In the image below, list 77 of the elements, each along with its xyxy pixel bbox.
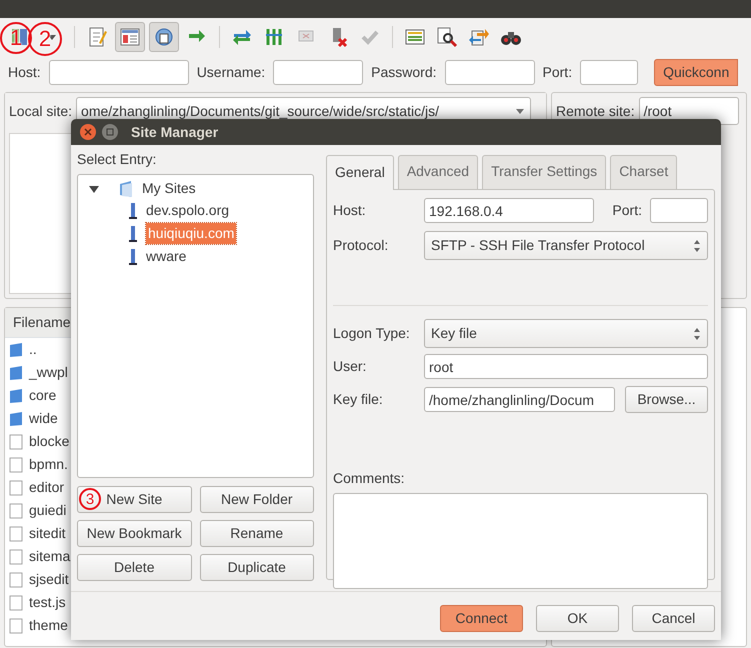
file-icon bbox=[9, 456, 23, 472]
maximize-icon[interactable] bbox=[101, 123, 119, 141]
file-name: sitema bbox=[29, 547, 70, 566]
folder-icon bbox=[9, 364, 23, 380]
file-icon bbox=[9, 548, 23, 564]
tree-item[interactable]: wware bbox=[146, 246, 186, 267]
browse-button[interactable]: Browse... bbox=[625, 386, 708, 413]
file-name: blocke bbox=[29, 432, 70, 451]
field-label: User: bbox=[333, 357, 368, 376]
field-label: Comments: bbox=[333, 469, 405, 488]
local-site-label: Local site: bbox=[9, 102, 72, 120]
tab[interactable]: Advanced bbox=[398, 155, 478, 189]
file-icon bbox=[9, 594, 23, 610]
file-name: test.js bbox=[29, 593, 66, 612]
text-field[interactable] bbox=[580, 60, 638, 84]
dialog-button[interactable]: OK bbox=[536, 605, 619, 632]
field-label: Host: bbox=[333, 201, 367, 220]
tree-item[interactable]: My Sites bbox=[142, 178, 196, 199]
tab[interactable]: Charset bbox=[610, 155, 678, 189]
remote-site-label: Remote site: bbox=[556, 102, 635, 120]
field-label: Host: bbox=[8, 62, 41, 82]
folder-icon bbox=[9, 388, 23, 404]
connect-button[interactable]: Connect bbox=[440, 605, 523, 632]
quickconnect-button[interactable]: Quickconn bbox=[654, 58, 738, 86]
file-name: guiedi bbox=[29, 501, 66, 520]
file-icon bbox=[9, 480, 23, 496]
spinner-icon bbox=[693, 326, 701, 340]
field-label: Key file: bbox=[333, 390, 384, 409]
annotation-number: 3 bbox=[79, 488, 101, 510]
tree-item[interactable]: dev.spolo.org bbox=[146, 200, 230, 221]
close-icon[interactable] bbox=[79, 123, 97, 141]
field-label: Protocol: bbox=[333, 236, 390, 255]
field-label: Port: bbox=[612, 201, 642, 220]
file-icon bbox=[9, 526, 23, 542]
folder-icon bbox=[9, 410, 23, 426]
text-field[interactable] bbox=[444, 60, 535, 84]
folder-icon bbox=[118, 180, 134, 198]
file-icon bbox=[9, 502, 23, 518]
select-entry-label: Select Entry: bbox=[77, 150, 158, 169]
field-label: Password: bbox=[371, 62, 437, 82]
dialog-title: Site Manager bbox=[131, 122, 218, 142]
tab[interactable]: Transfer Settings bbox=[482, 155, 606, 189]
field-label: Logon Type: bbox=[333, 324, 411, 343]
file-name: .. bbox=[29, 340, 37, 359]
port-field[interactable] bbox=[650, 198, 708, 223]
folder-icon bbox=[9, 342, 23, 358]
search-icon[interactable] bbox=[435, 25, 459, 49]
protocol-select[interactable]: SFTP - SSH File Transfer Protocol bbox=[424, 231, 708, 260]
field-label: Port: bbox=[542, 62, 572, 82]
user-field[interactable]: root bbox=[424, 354, 708, 379]
file-name: wide bbox=[29, 409, 58, 428]
file-name: theme bbox=[29, 616, 68, 635]
action-button[interactable]: Rename bbox=[200, 520, 314, 547]
action-button[interactable]: Duplicate bbox=[200, 554, 314, 581]
logon-type-select[interactable]: Key file bbox=[424, 319, 708, 348]
text-field[interactable] bbox=[48, 60, 189, 84]
file-name: sjsedit bbox=[29, 570, 69, 589]
action-button[interactable]: New Folder bbox=[200, 486, 314, 513]
spinner-icon bbox=[693, 238, 701, 252]
file-name: _wwpl bbox=[29, 363, 68, 382]
tab[interactable]: General bbox=[326, 155, 394, 190]
file-name: core bbox=[29, 386, 56, 405]
key-file-field[interactable]: /home/zhanglinling/Docum bbox=[424, 387, 615, 412]
text-field[interactable] bbox=[273, 60, 364, 84]
file-icon bbox=[9, 572, 23, 588]
host-field[interactable]: 192.168.0.4 bbox=[424, 198, 594, 223]
comments-field[interactable] bbox=[333, 493, 708, 589]
field-label: Username: bbox=[196, 62, 266, 82]
file-icon bbox=[9, 618, 23, 634]
action-button[interactable]: New Bookmark bbox=[77, 520, 192, 547]
file-icon bbox=[9, 434, 23, 450]
file-name: editor bbox=[29, 478, 64, 497]
annotation-number: 2 bbox=[28, 22, 62, 56]
dialog-button[interactable]: Cancel bbox=[632, 605, 715, 632]
file-name: bpmn. bbox=[29, 455, 68, 474]
file-name: sitedit bbox=[29, 524, 66, 543]
action-button[interactable]: Delete bbox=[77, 554, 192, 581]
